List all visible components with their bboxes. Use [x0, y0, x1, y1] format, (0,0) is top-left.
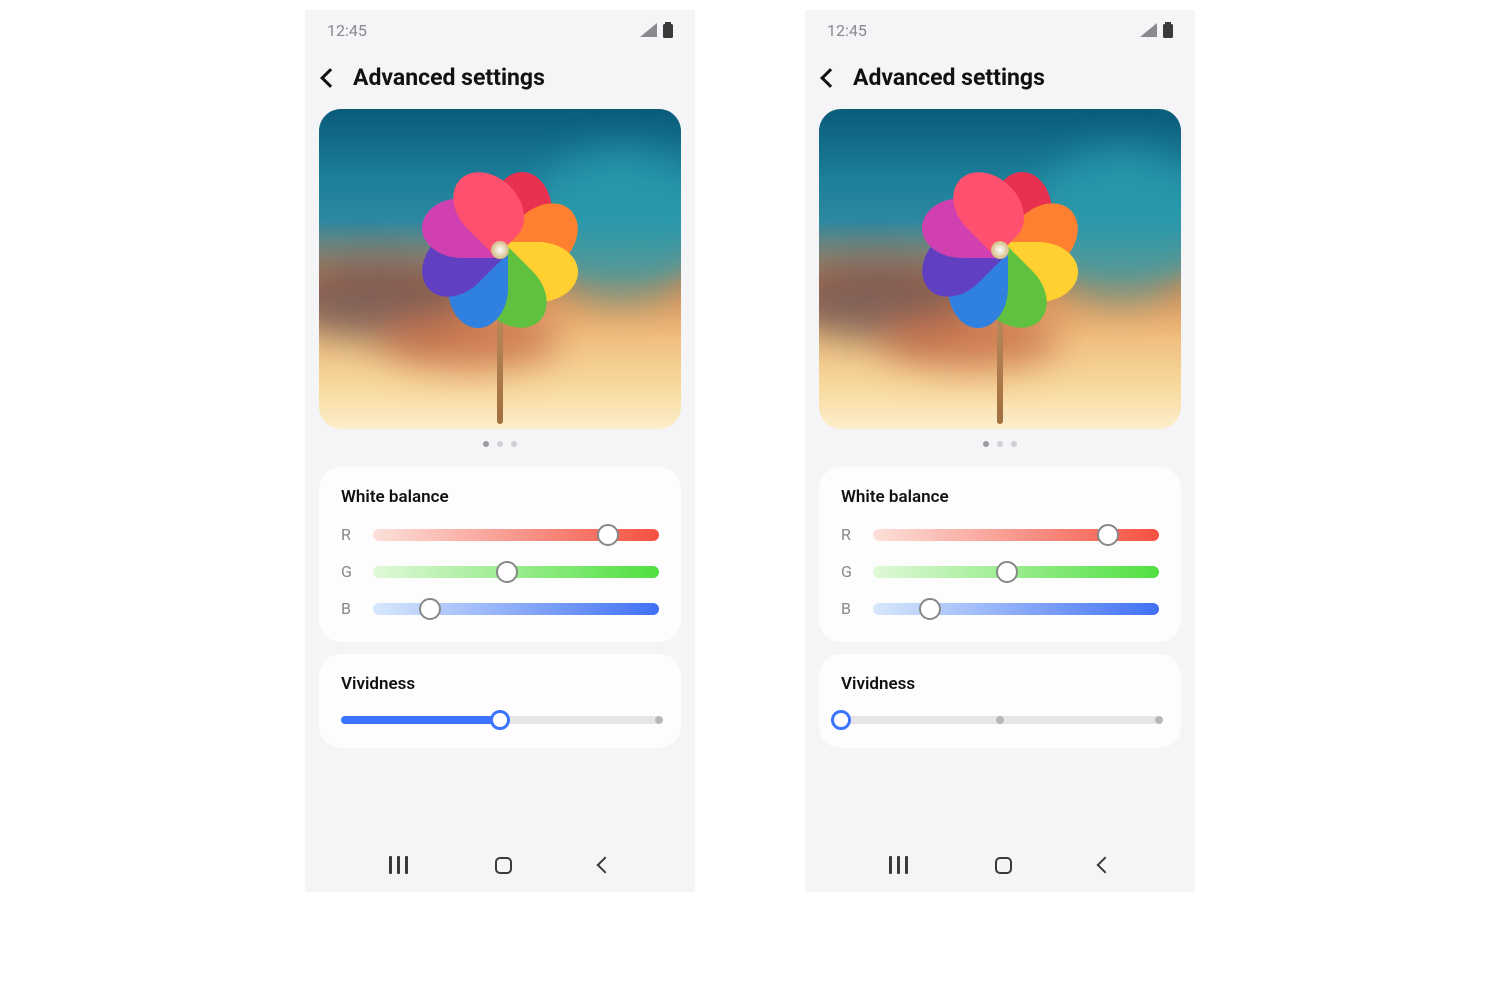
slider-r-label: R [841, 525, 857, 544]
vividness-tick-end [655, 716, 663, 724]
vividness-tick-mid [996, 716, 1004, 724]
preview-image[interactable] [319, 109, 681, 429]
preview-image[interactable] [819, 109, 1181, 429]
vividness-title: Vividness [841, 674, 1159, 694]
nav-back-icon[interactable] [597, 857, 614, 874]
slider-b-label: B [341, 599, 357, 618]
dot-1[interactable] [483, 441, 489, 447]
slider-g[interactable] [373, 566, 659, 578]
slider-b-thumb[interactable] [419, 598, 441, 620]
slider-b-thumb[interactable] [919, 598, 941, 620]
slider-r-label: R [341, 525, 357, 544]
vividness-tick-end [1155, 716, 1163, 724]
vividness-title: Vividness [341, 674, 659, 694]
vividness-slider[interactable] [841, 716, 1159, 724]
slider-r[interactable] [873, 529, 1159, 541]
slider-g-row: G [841, 562, 1159, 581]
header: Advanced settings [305, 50, 695, 109]
slider-r-thumb[interactable] [597, 524, 619, 546]
slider-b-label: B [841, 599, 857, 618]
battery-icon [663, 22, 673, 38]
phone-right: 12:45 Advanced settings White balance R [805, 10, 1195, 892]
slider-r[interactable] [373, 529, 659, 541]
slider-b[interactable] [873, 603, 1159, 615]
status-bar: 12:45 [805, 10, 1195, 50]
nav-home-icon[interactable] [495, 857, 512, 874]
dot-2[interactable] [997, 441, 1003, 447]
battery-icon [1163, 22, 1173, 38]
back-icon[interactable] [320, 68, 340, 88]
nav-home-icon[interactable] [995, 857, 1012, 874]
slider-g-thumb[interactable] [996, 561, 1018, 583]
page-indicator[interactable] [305, 441, 695, 447]
nav-bar [305, 838, 695, 892]
status-right [640, 22, 673, 38]
slider-b[interactable] [373, 603, 659, 615]
nav-back-icon[interactable] [1097, 857, 1114, 874]
dot-3[interactable] [1011, 441, 1017, 447]
slider-g-thumb[interactable] [496, 561, 518, 583]
vividness-card: Vividness [319, 654, 681, 748]
slider-r-row: R [341, 525, 659, 544]
page-title: Advanced settings [853, 64, 1045, 91]
slider-b-row: B [841, 599, 1159, 618]
vividness-slider[interactable] [341, 716, 659, 724]
header: Advanced settings [805, 50, 1195, 109]
page-title: Advanced settings [353, 64, 545, 91]
white-balance-card: White balance R G B [819, 467, 1181, 642]
slider-r-thumb[interactable] [1097, 524, 1119, 546]
vividness-fill [341, 716, 500, 724]
slider-b-row: B [341, 599, 659, 618]
dot-2[interactable] [497, 441, 503, 447]
vividness-thumb[interactable] [831, 710, 851, 730]
slider-g[interactable] [873, 566, 1159, 578]
nav-recents-icon[interactable] [889, 856, 908, 874]
dot-3[interactable] [511, 441, 517, 447]
white-balance-card: White balance R G B [319, 467, 681, 642]
page-indicator[interactable] [805, 441, 1195, 447]
slider-g-label: G [341, 562, 357, 581]
status-bar: 12:45 [305, 10, 695, 50]
signal-icon [640, 23, 657, 37]
vividness-thumb[interactable] [490, 710, 510, 730]
signal-icon [1140, 23, 1157, 37]
nav-recents-icon[interactable] [389, 856, 408, 874]
status-right [1140, 22, 1173, 38]
vividness-card: Vividness [819, 654, 1181, 748]
slider-r-row: R [841, 525, 1159, 544]
white-balance-title: White balance [841, 487, 1159, 507]
status-time: 12:45 [327, 21, 367, 40]
slider-g-label: G [841, 562, 857, 581]
nav-bar [805, 838, 1195, 892]
white-balance-title: White balance [341, 487, 659, 507]
phone-left: 12:45 Advanced settings White balance R [305, 10, 695, 892]
dot-1[interactable] [983, 441, 989, 447]
slider-g-row: G [341, 562, 659, 581]
back-icon[interactable] [820, 68, 840, 88]
status-time: 12:45 [827, 21, 867, 40]
